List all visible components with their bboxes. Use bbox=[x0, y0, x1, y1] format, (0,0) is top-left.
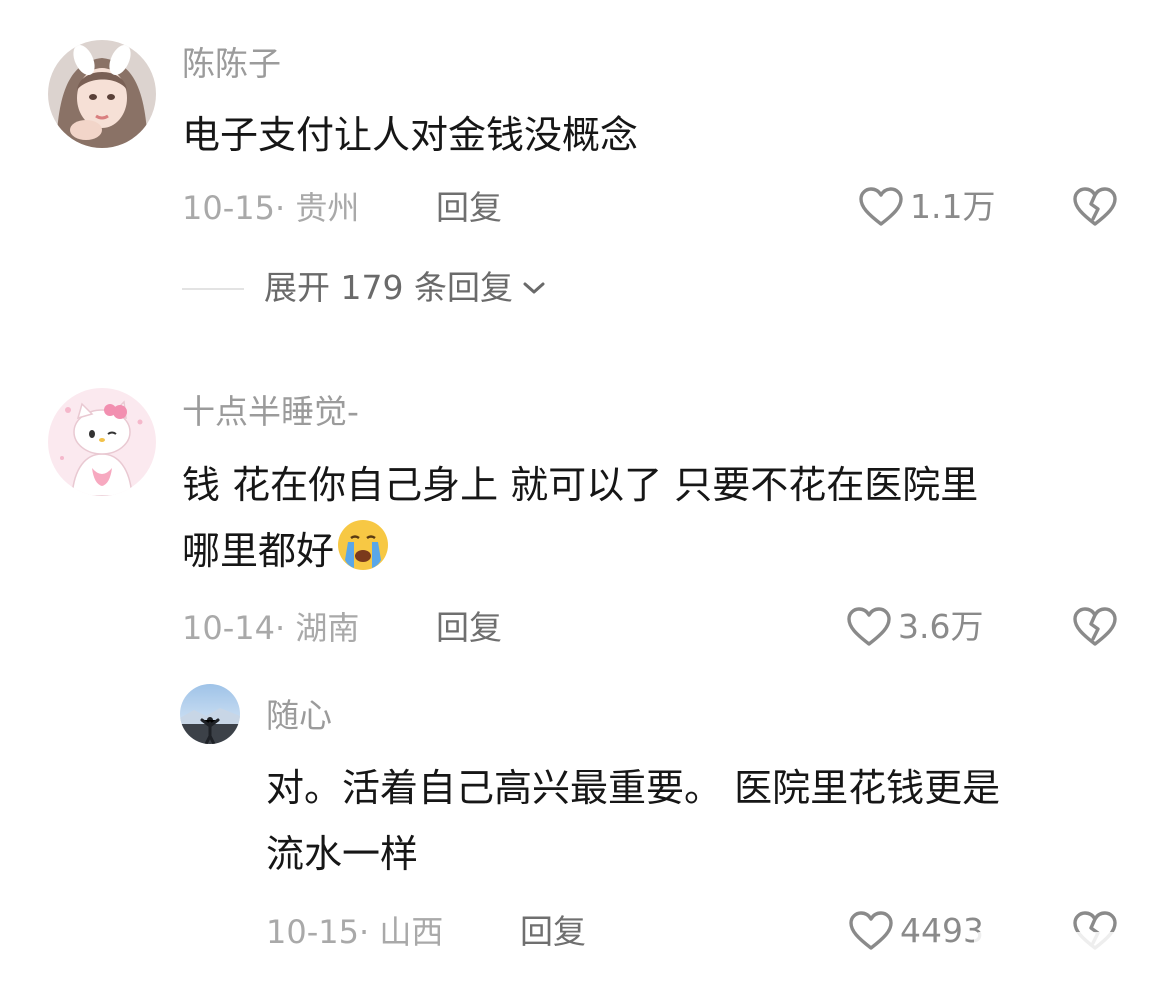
comment-content-line: 电子支付让人对金钱没概念 bbox=[182, 113, 639, 157]
dislike-button[interactable] bbox=[1072, 606, 1118, 648]
expand-replies-button[interactable]: 展开 179 条回复 bbox=[264, 268, 547, 308]
reply-button[interactable]: 回复 bbox=[436, 608, 502, 648]
comment-username[interactable]: 陈陈子 bbox=[182, 44, 281, 84]
reply-username[interactable]: 随心 bbox=[266, 696, 332, 736]
heart-outline-icon bbox=[859, 187, 903, 226]
watermark-overlay bbox=[974, 932, 1164, 976]
crying-face-emoji bbox=[336, 518, 390, 592]
like-button[interactable]: 1.1万 bbox=[858, 186, 995, 228]
reply-button[interactable]: 回复 bbox=[436, 188, 502, 228]
like-count: 3.6万 bbox=[898, 607, 984, 646]
comment-content: 钱 花在你自己身上 就可以了 只要不花在医院里 哪里都好 bbox=[182, 452, 978, 592]
comment-username[interactable]: 十点半睡觉- bbox=[182, 392, 359, 432]
avatar-landscape-image bbox=[180, 684, 240, 744]
broken-heart-icon bbox=[1073, 607, 1117, 646]
avatar-girl-image bbox=[48, 40, 156, 148]
reply-button[interactable]: 回复 bbox=[520, 912, 586, 952]
like-button[interactable]: 3.6万 bbox=[846, 606, 983, 648]
divider bbox=[182, 288, 244, 290]
heart-outline-icon bbox=[849, 911, 893, 950]
reply-content-line: 流水一样 bbox=[266, 832, 419, 876]
reply-content-line: 对。活着自己高兴最重要。 医院里花钱更是 bbox=[266, 766, 1001, 810]
avatar[interactable] bbox=[48, 40, 156, 148]
like-count: 4493 bbox=[900, 911, 984, 950]
comment-content-line: 哪里都好 bbox=[182, 529, 335, 573]
comment-content-line-with-emoji: 哪里都好 bbox=[182, 518, 978, 592]
comment-content-line: 钱 花在你自己身上 就可以了 只要不花在医院里 bbox=[182, 463, 979, 507]
comment-meta: 10-14· 湖南 bbox=[182, 609, 360, 647]
like-count: 1.1万 bbox=[910, 187, 996, 226]
avatar-hello-kitty-image bbox=[48, 388, 156, 496]
dislike-button[interactable] bbox=[1072, 186, 1118, 228]
broken-heart-icon bbox=[1073, 187, 1117, 226]
avatar[interactable] bbox=[180, 684, 240, 744]
heart-outline-icon bbox=[847, 607, 891, 646]
avatar[interactable] bbox=[48, 388, 156, 496]
reply-meta: 10-15· 山西 bbox=[266, 913, 444, 951]
reply-content: 对。活着自己高兴最重要。 医院里花钱更是 流水一样 bbox=[266, 755, 1000, 887]
expand-replies-label: 展开 179 条回复 bbox=[264, 268, 513, 307]
chevron-down-icon bbox=[523, 282, 545, 294]
comment-meta: 10-15· 贵州 bbox=[182, 189, 360, 227]
like-button[interactable]: 4493 bbox=[848, 910, 984, 952]
comment-content: 电子支付让人对金钱没概念 bbox=[182, 102, 638, 168]
